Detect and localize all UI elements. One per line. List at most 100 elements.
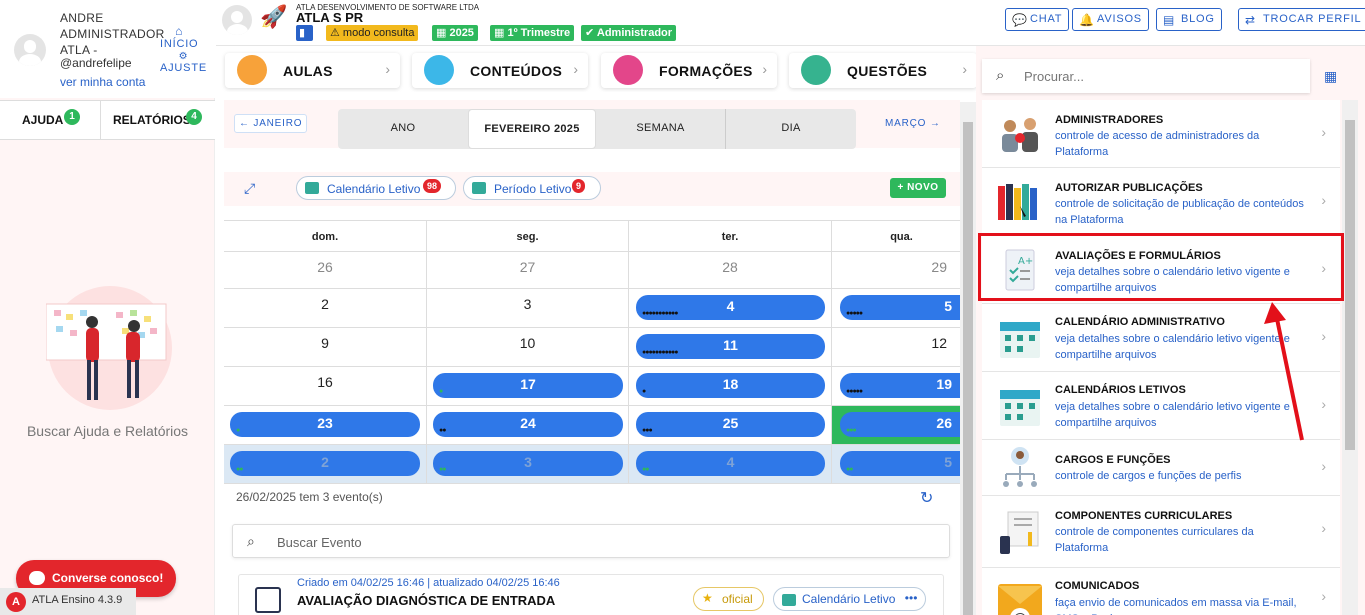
avatar[interactable] <box>14 34 46 66</box>
tab-help[interactable]: AJUDA 1 <box>22 109 80 127</box>
event-bar[interactable]: 3 ●● <box>433 451 623 476</box>
day-cell[interactable]: 4 ●● <box>629 445 832 484</box>
period-chip[interactable]: ▦ 1º Trimestre <box>490 25 575 41</box>
module-conteudos[interactable]: CONTEÚDOS › <box>412 53 588 88</box>
admin-search-input[interactable]: ⌕ Procurar... <box>982 59 1310 93</box>
day-cell[interactable]: 3 <box>427 289 629 328</box>
list-item-comunicados[interactable]: @ COMUNICADOS faça envio de comunicados … <box>982 568 1340 615</box>
module-aulas[interactable]: AULAS › <box>225 53 400 88</box>
event-bar[interactable]: 5 ●●●●● <box>840 295 960 320</box>
year-chip[interactable]: ▦ 2025 <box>432 25 478 41</box>
help-title: Buscar Ajuda e Relatórios <box>26 423 189 439</box>
item-title: COMPONENTES CURRICULARES <box>1055 510 1233 522</box>
day-cell[interactable]: 12 <box>832 328 960 367</box>
calendar-icon <box>472 182 486 194</box>
day-cell[interactable]: 4 ●●●●●●●●●●● <box>629 289 832 328</box>
tab-year[interactable]: ANO <box>338 109 468 149</box>
list-item-componentes-curriculares[interactable]: COMPONENTES CURRICULARES controle de com… <box>982 496 1340 568</box>
event-bar[interactable]: 24 ●● <box>433 412 623 437</box>
new-event-button[interactable]: + NOVO <box>890 178 946 198</box>
stats-chip-icon[interactable]: ▮ <box>296 25 313 41</box>
home-label: INÍCIO <box>160 38 199 50</box>
grid-view-icon[interactable]: ▦ <box>1324 68 1337 85</box>
tab-day[interactable]: DIA <box>726 109 856 149</box>
star-icon: ★ <box>702 591 713 605</box>
rocket-icon: 🚀 <box>260 4 288 29</box>
event-search-input[interactable]: ⌕ Buscar Evento <box>232 524 950 558</box>
tab-reports[interactable]: RELATÓRIOS 4 <box>113 109 202 127</box>
expand-icon[interactable]: ⤢ <box>244 180 255 197</box>
blog-button[interactable]: ▤ BLOG <box>1156 8 1222 31</box>
event-meta: Criado em 04/02/25 16:46 | atualizado 04… <box>297 577 560 589</box>
questoes-icon <box>801 55 831 85</box>
event-bar[interactable]: 25 ●●● <box>636 412 825 437</box>
org-avatar[interactable] <box>222 5 252 35</box>
event-dots: ●● <box>236 466 244 473</box>
refresh-icon[interactable]: ↻ <box>920 488 933 508</box>
next-month-link[interactable]: MARÇO → <box>880 114 946 133</box>
prev-month-link[interactable]: ← JANEIRO <box>234 114 308 133</box>
pill-school-calendar[interactable]: Calendário Letivo 98 <box>296 176 456 200</box>
event-bar[interactable]: 19 ●●●●● <box>840 373 960 398</box>
day-cell[interactable]: 3 ●● <box>427 445 629 484</box>
day-cell-selected[interactable]: 26 ●●● <box>832 406 960 445</box>
day-cell[interactable]: 29 <box>832 252 960 289</box>
day-cell[interactable]: 11 ●●●●●●●●●●● <box>629 328 832 367</box>
day-cell[interactable]: 23 ● <box>224 406 427 445</box>
day-cell[interactable]: 26 <box>224 252 427 289</box>
chevron-right-icon: › <box>1321 520 1326 536</box>
tab-week[interactable]: SEMANA <box>596 109 726 149</box>
day-cell[interactable]: 28 <box>629 252 832 289</box>
calendar-tag[interactable]: Calendário Letivo ••• <box>773 587 927 611</box>
right-scrollbar[interactable] <box>1342 100 1358 615</box>
event-bar[interactable]: 5 ●● <box>840 451 960 476</box>
list-item-autorizar-publicacoes[interactable]: AUTORIZAR PUBLICAÇÕES controle de solici… <box>982 168 1340 236</box>
notices-button[interactable]: 🔔 AVISOS <box>1072 8 1149 31</box>
item-description: controle de acesso de administradores da… <box>1055 130 1260 158</box>
day-cell[interactable]: 9 <box>224 328 427 367</box>
day-cell[interactable]: 27 <box>427 252 629 289</box>
day-cell[interactable]: 25 ●●● <box>629 406 832 445</box>
day-cell[interactable]: 2 ●● <box>224 445 427 484</box>
day-cell[interactable]: 5 ●● <box>832 445 960 484</box>
day-cell[interactable]: 10 <box>427 328 629 367</box>
more-icon[interactable]: ••• <box>905 591 918 605</box>
list-item-administradores[interactable]: ADMINISTRADORES controle de acesso de ad… <box>982 100 1340 168</box>
day-cell[interactable]: 17 ● <box>427 367 629 406</box>
home-link[interactable]: ⌂ INÍCIO <box>160 24 198 50</box>
event-dots: ●● <box>439 466 447 473</box>
day-cell[interactable]: 18 ● <box>629 367 832 406</box>
chat-header-button[interactable]: 💬 CHAT <box>1005 8 1070 31</box>
day-cell[interactable]: 16 <box>224 367 427 406</box>
calendar-scrollbar[interactable] <box>960 102 976 615</box>
event-bar[interactable]: 26 ●●● <box>840 412 960 437</box>
event-bar[interactable]: 4 ●● <box>636 451 825 476</box>
tab-month[interactable]: FEVEREIRO 2025 <box>468 109 596 149</box>
event-bar[interactable]: 23 ● <box>230 412 420 437</box>
day-number: 18 <box>722 376 739 392</box>
org-name[interactable]: ATLA S PR <box>296 10 363 25</box>
event-bar[interactable]: 4 ●●●●●●●●●●● <box>636 295 825 320</box>
day-cell[interactable]: 2 <box>224 289 427 328</box>
role-chip[interactable]: ✔ Administrador <box>581 25 677 41</box>
event-bar[interactable]: 18 ● <box>636 373 825 398</box>
mode-chip[interactable]: ⚠ modo consulta <box>326 25 419 41</box>
day-cell[interactable]: 5 ●●●●● <box>832 289 960 328</box>
pill-school-period[interactable]: Período Letivo 9 <box>463 176 601 200</box>
event-bar[interactable]: 11 ●●●●●●●●●●● <box>636 334 825 359</box>
event-bar[interactable]: 17 ● <box>433 373 623 398</box>
official-tag[interactable]: ★ oficial <box>693 587 764 611</box>
event-bar[interactable]: 2 ●● <box>230 451 420 476</box>
day-cell[interactable]: 24 ●● <box>427 406 629 445</box>
list-item-cargos-funcoes[interactable]: CARGOS E FUNÇÕES controle de cargos e fu… <box>982 440 1340 496</box>
switch-profile-button[interactable]: ⇄ TROCAR PERFIL <box>1238 8 1365 31</box>
chevron-right-icon: › <box>1321 458 1326 474</box>
module-formacoes[interactable]: FORMAÇÕES › <box>601 53 777 88</box>
chat-header-label: CHAT <box>1030 13 1063 25</box>
day-cell[interactable]: 19 ●●●●● <box>832 367 960 406</box>
blog-label: BLOG <box>1181 13 1215 25</box>
account-link[interactable]: ver minha conta <box>60 75 145 89</box>
settings-link[interactable]: ⚙ AJUSTE <box>160 52 207 75</box>
event-card[interactable]: Criado em 04/02/25 16:46 | atualizado 04… <box>238 574 944 615</box>
module-questoes[interactable]: QUESTÕES › <box>789 53 977 88</box>
